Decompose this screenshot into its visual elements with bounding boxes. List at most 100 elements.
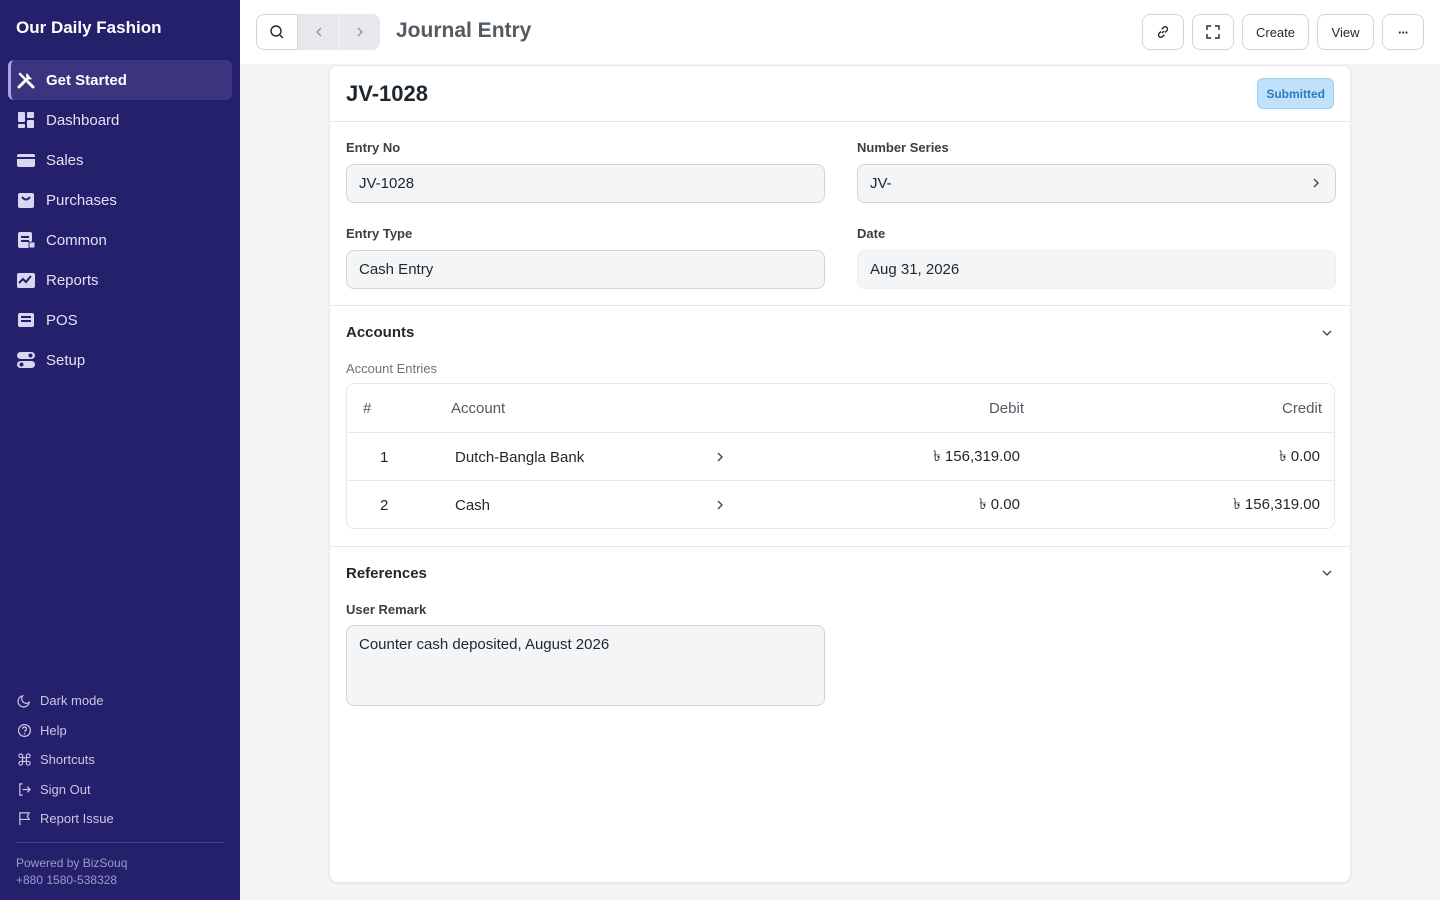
sign-out-icon (16, 781, 32, 797)
number-series-label: Number Series (857, 140, 949, 155)
entry-no-label: Entry No (346, 140, 401, 155)
sidebar-item-label: Reports (46, 271, 99, 289)
chevron-right-icon (353, 25, 367, 39)
expand-icon (1205, 24, 1221, 40)
setup-icon (16, 350, 36, 370)
sidebar-item-label: Common (46, 231, 107, 249)
journal-entry-form: JV-1028 Submitted Entry No JV-1028 Numbe… (329, 65, 1351, 883)
reports-icon (16, 270, 36, 290)
common-icon (16, 230, 36, 250)
report-issue-link[interactable]: Report Issue (16, 804, 224, 834)
sidebar-item-common[interactable]: Common (8, 220, 232, 260)
column-header-index: # (363, 399, 372, 417)
table-header: # Account Debit Credit (347, 384, 1334, 432)
account-entries-label: Account Entries (346, 361, 438, 376)
sidebar-item-purchases[interactable]: Purchases (8, 180, 232, 220)
sidebar-item-sales[interactable]: Sales (8, 140, 232, 180)
history-nav (298, 14, 380, 50)
table-row[interactable]: 2 Cash ৳ 0.00 ৳ 156,319.00 (347, 481, 1334, 529)
tools-icon (16, 70, 36, 90)
shortcuts-label: Shortcuts (40, 752, 95, 768)
create-button[interactable]: Create (1242, 14, 1309, 50)
help-link[interactable]: Help (16, 716, 224, 746)
flag-icon (16, 811, 32, 827)
references-section-title[interactable]: References (346, 565, 427, 582)
chevron-down-icon[interactable] (1320, 326, 1334, 340)
copy-link-button[interactable] (1142, 14, 1184, 50)
user-remark-field[interactable]: Counter cash deposited, August 2026 (346, 625, 825, 706)
back-button[interactable] (298, 14, 339, 50)
row-debit[interactable]: ৳ 156,319.00 (933, 433, 1020, 481)
table-row[interactable]: 1 Dutch-Bangla Bank ৳ 156,319.00 ৳ 0.00 (347, 433, 1334, 481)
account-entries-table: # Account Debit Credit 1 Dutch-Bangla Ba… (346, 383, 1335, 529)
sidebar-divider (16, 842, 224, 843)
dashboard-icon (16, 110, 36, 130)
user-remark-label: User Remark (346, 602, 427, 617)
sidebar-item-dashboard[interactable]: Dashboard (8, 100, 232, 140)
row-index: 1 (380, 448, 389, 466)
date-label: Date (857, 226, 886, 241)
page-title: Journal Entry (396, 19, 532, 42)
sidebar: Our Daily Fashion Get Started Dashboard … (0, 0, 240, 900)
sign-out-link[interactable]: Sign Out (16, 775, 224, 805)
view-button[interactable]: View (1317, 14, 1374, 50)
sidebar-item-pos[interactable]: POS (8, 300, 232, 340)
sidebar-item-label: POS (46, 311, 78, 329)
sidebar-item-label: Purchases (46, 191, 117, 209)
row-account[interactable]: Cash (455, 481, 490, 529)
sidebar-item-reports[interactable]: Reports (8, 260, 232, 300)
row-account[interactable]: Dutch-Bangla Bank (455, 433, 584, 481)
report-issue-label: Report Issue (40, 811, 114, 827)
search-button[interactable] (256, 14, 298, 50)
help-label: Help (40, 722, 67, 738)
help-icon (16, 722, 32, 738)
purchases-icon (16, 190, 36, 210)
chevron-right-icon[interactable] (713, 433, 727, 481)
row-credit[interactable]: ৳ 0.00 (1279, 433, 1320, 481)
sidebar-item-setup[interactable]: Setup (8, 340, 232, 380)
chevron-right-icon (1313, 178, 1319, 188)
link-icon (1155, 24, 1171, 40)
shortcuts-link[interactable]: Shortcuts (16, 745, 224, 775)
forward-button[interactable] (339, 14, 380, 50)
fullscreen-button[interactable] (1192, 14, 1234, 50)
entry-no-field[interactable]: JV-1028 (346, 164, 825, 203)
date-field[interactable]: Aug 31, 2026 (857, 250, 1336, 289)
search-icon (269, 24, 285, 40)
sidebar-footer-links: Dark mode Help Shortcuts Sign Out Report… (16, 686, 224, 834)
powered-by: Powered by BizSouq +880 1580-538328 (16, 855, 127, 889)
more-options-button[interactable]: ··· (1382, 14, 1424, 50)
row-debit[interactable]: ৳ 0.00 (979, 481, 1020, 529)
entry-type-label: Entry Type (346, 226, 413, 241)
column-header-credit: Credit (1281, 399, 1322, 417)
document-name: JV-1028 (346, 81, 428, 106)
moon-icon (16, 693, 32, 709)
sidebar-item-label: Setup (46, 351, 86, 369)
powered-by-text: Powered by BizSouq (16, 856, 128, 870)
dark-mode-label: Dark mode (40, 693, 104, 709)
status-badge: Submitted (1257, 78, 1334, 109)
number-series-field[interactable]: JV- (857, 164, 1336, 203)
support-phone: +880 1580-538328 (16, 873, 118, 887)
row-credit[interactable]: ৳ 156,319.00 (1233, 481, 1320, 529)
sidebar-nav: Get Started Dashboard Sales Purchases Co… (8, 60, 232, 380)
accounts-section-title[interactable]: Accounts (346, 324, 414, 341)
column-header-account: Account (451, 399, 506, 417)
pos-icon (16, 310, 36, 330)
brand-name: Our Daily Fashion (16, 18, 162, 37)
number-series-value: JV- (870, 175, 892, 192)
divider (330, 121, 1350, 122)
sidebar-item-label: Get Started (46, 71, 127, 89)
entry-type-field[interactable]: Cash Entry (346, 250, 825, 289)
chevron-down-icon[interactable] (1320, 566, 1334, 580)
sidebar-item-label: Sales (46, 151, 84, 169)
divider (330, 305, 1350, 306)
column-header-debit: Debit (988, 399, 1024, 417)
divider (330, 546, 1350, 547)
sign-out-label: Sign Out (40, 781, 91, 797)
chevron-right-icon[interactable] (713, 481, 727, 529)
row-index: 2 (380, 496, 389, 514)
command-icon (16, 752, 32, 768)
dark-mode-link[interactable]: Dark mode (16, 686, 224, 716)
sidebar-item-get-started[interactable]: Get Started (8, 60, 232, 100)
